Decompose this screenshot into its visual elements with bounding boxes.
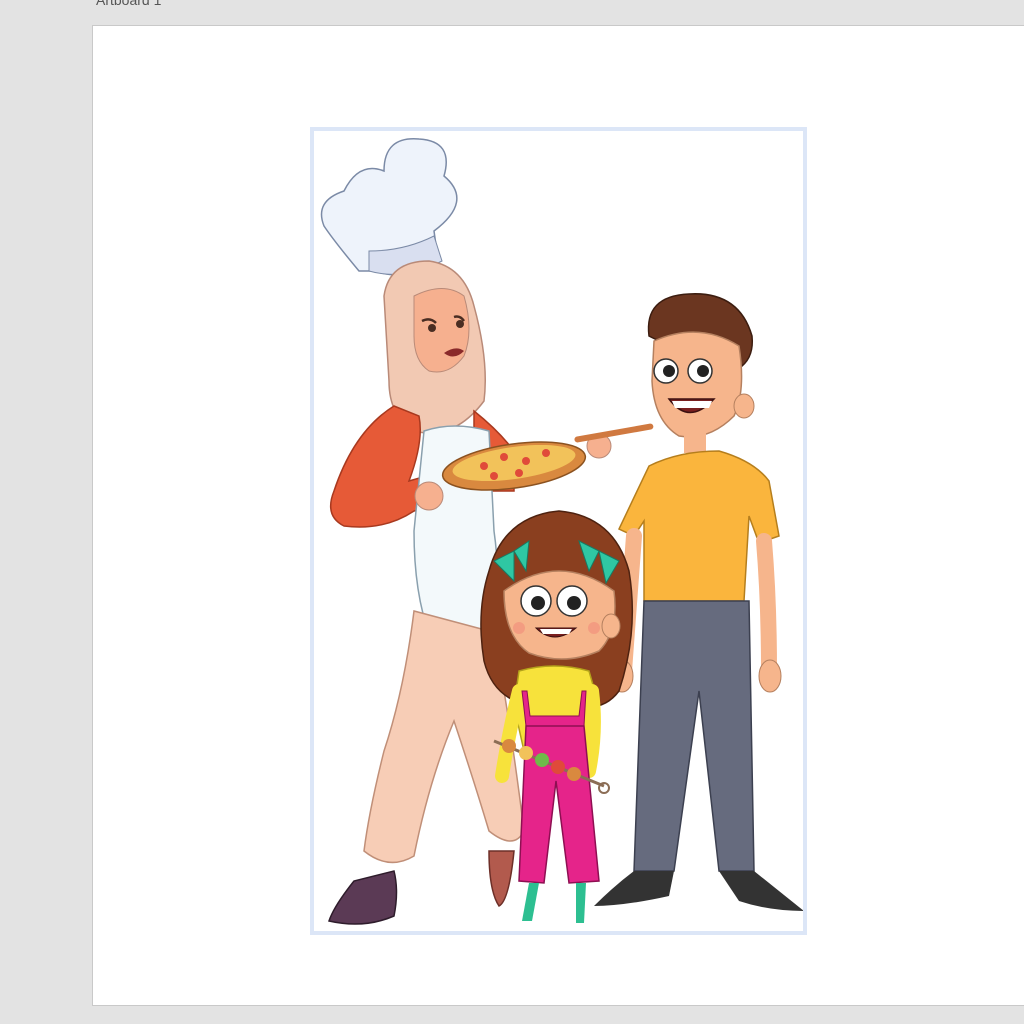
placed-image[interactable] bbox=[310, 127, 807, 935]
artboard[interactable] bbox=[92, 25, 1024, 1006]
family-cooking-illustration bbox=[320, 138, 803, 925]
artboard-label: Artboard 1 bbox=[96, 0, 162, 8]
